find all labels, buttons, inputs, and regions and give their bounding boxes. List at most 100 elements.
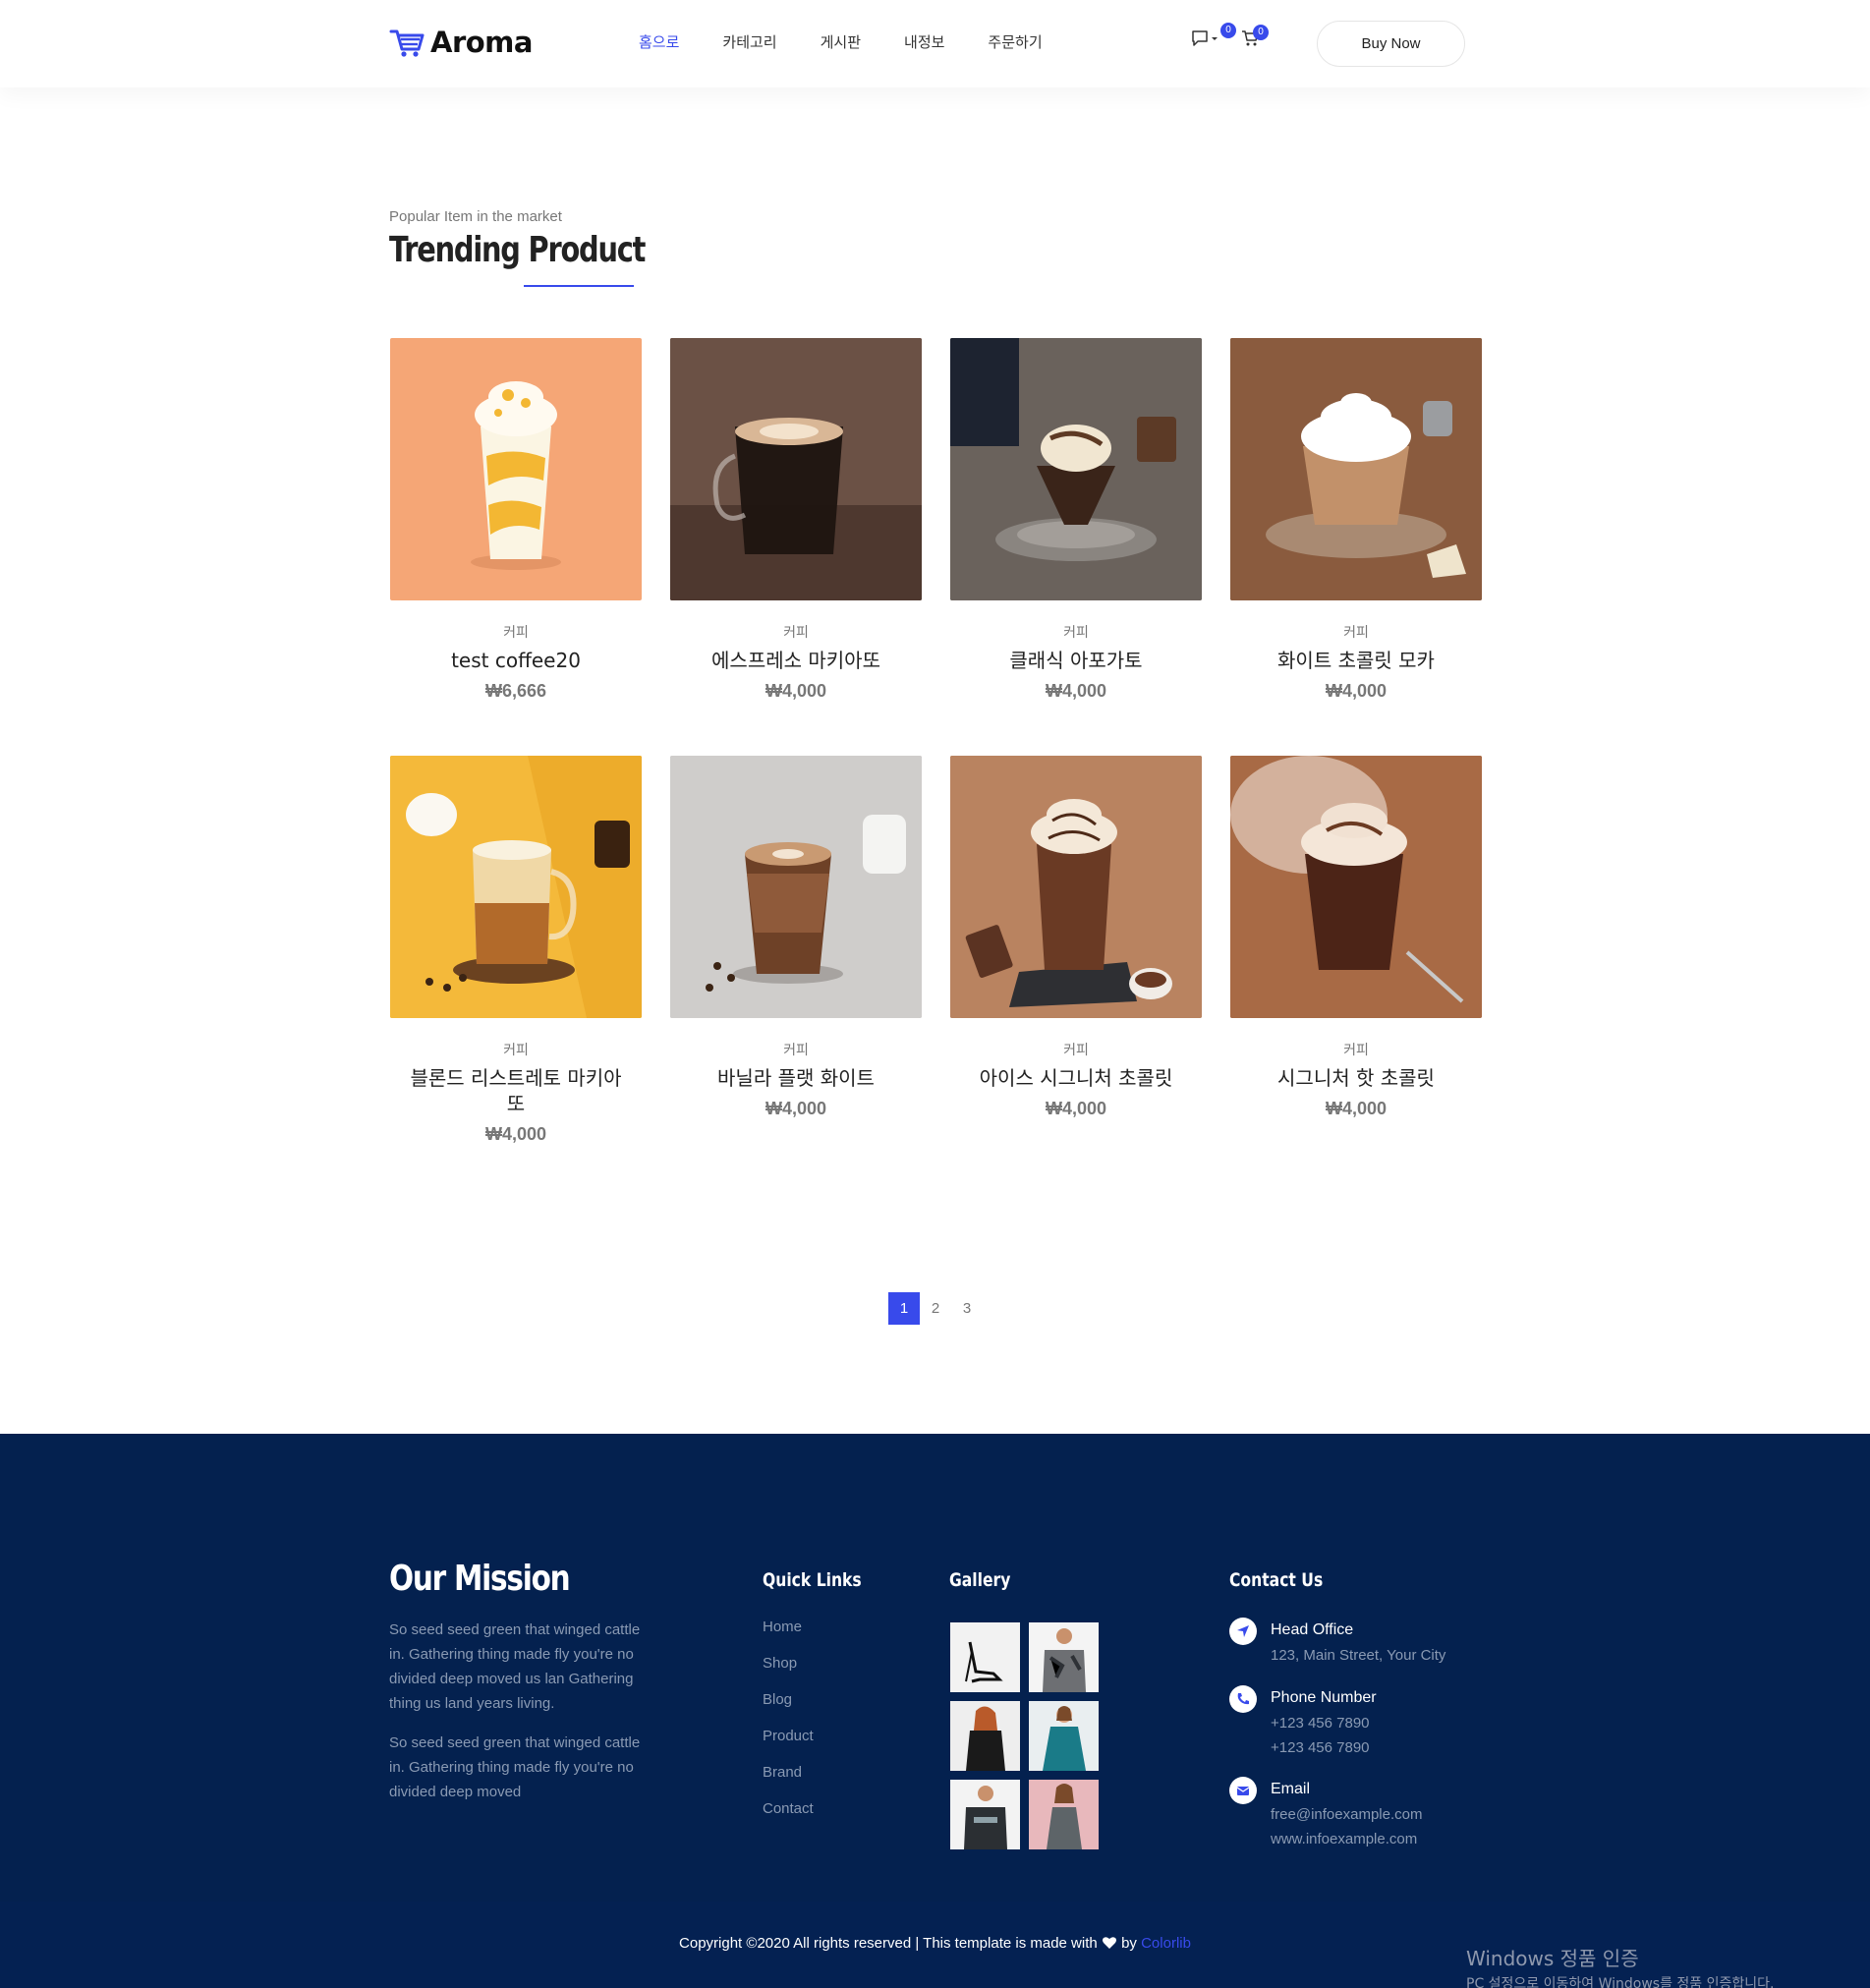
product-image[interactable]	[1230, 756, 1482, 1018]
page-3-button[interactable]: 3	[951, 1292, 983, 1325]
colorlib-link[interactable]: Colorlib	[1141, 1935, 1191, 1952]
website-url[interactable]: www.infoexample.com	[1271, 1831, 1417, 1847]
phone-label: Phone Number	[1271, 1689, 1377, 1706]
product-image[interactable]	[670, 338, 922, 600]
nav-item-home[interactable]: 홈으로	[639, 31, 679, 52]
footer-link-product[interactable]: Product	[763, 1727, 814, 1763]
footer-gallery-title: Gallery	[949, 1569, 1011, 1591]
buy-now-button[interactable]: Buy Now	[1317, 21, 1465, 67]
product-image[interactable]	[950, 756, 1202, 1018]
gallery-image[interactable]	[1029, 1780, 1099, 1849]
watermark-subtitle: PC 설정으로 이동하여 Windows를 정품 인증합니다.	[1466, 1976, 1775, 1988]
footer-mission-title: Our Mission	[389, 1559, 571, 1599]
windows-activation-watermark: Windows 정품 인증 PC 설정으로 이동하여 Windows를 정품 인…	[1466, 1943, 1775, 1988]
product-image[interactable]	[390, 756, 642, 1018]
gallery-image[interactable]	[950, 1622, 1020, 1692]
product-category: 커피	[503, 1043, 529, 1058]
footer-link-brand[interactable]: Brand	[763, 1763, 814, 1799]
product-name[interactable]: 화이트 초콜릿 모카	[1230, 648, 1482, 673]
footer-link-home[interactable]: Home	[763, 1618, 814, 1654]
product-image[interactable]	[670, 756, 922, 1018]
product-image[interactable]	[390, 338, 642, 600]
footer-contact-title: Contact Us	[1229, 1569, 1324, 1591]
footer-link-shop[interactable]: Shop	[763, 1654, 814, 1690]
product-name[interactable]: 블론드 리스트레토 마키아또	[390, 1065, 642, 1116]
cart-badge: 0	[1253, 25, 1269, 40]
product-card[interactable]: 커피 화이트 초콜릿 모카 ₩4,000	[1230, 338, 1482, 702]
office-address: 123, Main Street, Your City	[1271, 1647, 1446, 1664]
product-category: 커피	[1063, 1043, 1089, 1058]
product-name[interactable]: test coffee20	[390, 648, 642, 673]
gallery-image[interactable]	[1029, 1622, 1099, 1692]
phone-number-2[interactable]: +123 456 7890	[1271, 1739, 1370, 1756]
location-arrow-icon	[1229, 1618, 1257, 1645]
title-underline	[524, 285, 634, 287]
footer-link-blog[interactable]: Blog	[763, 1690, 814, 1727]
copyright-text: Copyright ©2020 All rights reserved | Th…	[679, 1935, 1098, 1952]
phone-number-1[interactable]: +123 456 7890	[1271, 1715, 1370, 1732]
envelope-icon	[1229, 1777, 1257, 1804]
product-card[interactable]: 커피 시그니처 핫 초콜릿 ₩4,000	[1230, 756, 1482, 1119]
footer-mission-text: So seed seed green that winged cattle in…	[389, 1621, 641, 1712]
product-price: ₩4,000	[1325, 681, 1388, 701]
footer-quick-links-title: Quick Links	[763, 1569, 862, 1591]
nav-item-myinfo[interactable]: 내정보	[904, 31, 944, 52]
gallery-image[interactable]	[950, 1780, 1020, 1849]
main-nav: 홈으로 카테고리 게시판 내정보 주문하기	[639, 31, 1086, 52]
product-price: ₩6,666	[484, 681, 547, 701]
site-header: Aroma 홈으로 카테고리 게시판 내정보 주문하기 0 0 Buy Now	[0, 0, 1870, 87]
product-price: ₩4,000	[765, 1099, 827, 1118]
site-footer	[0, 1434, 1870, 1902]
product-price: ₩4,000	[1045, 1099, 1107, 1118]
nav-item-order[interactable]: 주문하기	[988, 31, 1042, 52]
product-card[interactable]: 커피 바닐라 플랫 화이트 ₩4,000	[670, 756, 922, 1119]
product-name[interactable]: 시그니처 핫 초콜릿	[1230, 1065, 1482, 1091]
gallery-image[interactable]	[1029, 1701, 1099, 1771]
product-card[interactable]: 커피 블론드 리스트레토 마키아또 ₩4,000	[390, 756, 642, 1145]
logo[interactable]: Aroma	[389, 26, 533, 59]
logo-text: Aroma	[430, 26, 533, 59]
product-card[interactable]: 커피 에스프레소 마키아또 ₩4,000	[670, 338, 922, 702]
cart-button[interactable]: 0	[1241, 25, 1269, 52]
email-address[interactable]: free@infoexample.com	[1271, 1806, 1422, 1823]
product-category: 커피	[503, 625, 529, 641]
product-name[interactable]: 클래식 아포가토	[950, 648, 1202, 673]
product-category: 커피	[783, 1043, 809, 1058]
section-title: Trending Product	[389, 230, 646, 270]
footer-quick-links: Home Shop Blog Product Brand Contact	[763, 1618, 814, 1836]
watermark-title: Windows 정품 인증	[1466, 1947, 1639, 1970]
footer-link-contact[interactable]: Contact	[763, 1799, 814, 1836]
product-price: ₩4,000	[765, 681, 827, 701]
nav-item-board[interactable]: 게시판	[821, 31, 861, 52]
phone-icon	[1229, 1685, 1257, 1713]
product-card[interactable]: 커피 클래식 아포가토 ₩4,000	[950, 338, 1202, 702]
section-eyebrow: Popular Item in the market	[389, 208, 562, 225]
cart-logo-icon	[389, 29, 425, 57]
product-card[interactable]: 커피 test coffee20 ₩6,666	[390, 338, 642, 702]
product-image[interactable]	[1230, 338, 1482, 600]
heart-icon	[1102, 1937, 1116, 1949]
product-price: ₩4,000	[1325, 1099, 1388, 1118]
product-category: 커피	[783, 625, 809, 641]
nav-item-category[interactable]: 카테고리	[722, 31, 776, 52]
chat-badge: 0	[1220, 23, 1236, 38]
product-name[interactable]: 바닐라 플랫 화이트	[670, 1065, 922, 1091]
chat-icon	[1192, 30, 1218, 46]
product-name[interactable]: 에스프레소 마키아또	[670, 648, 922, 673]
product-name[interactable]: 아이스 시그니처 초콜릿	[950, 1065, 1202, 1091]
gallery-image[interactable]	[950, 1701, 1020, 1771]
footer-gallery	[950, 1622, 1099, 1849]
page-2-button[interactable]: 2	[920, 1292, 951, 1325]
pagination: 1 2 3	[888, 1292, 983, 1325]
product-card[interactable]: 커피 아이스 시그니처 초콜릿 ₩4,000	[950, 756, 1202, 1119]
product-image[interactable]	[950, 338, 1202, 600]
product-price: ₩4,000	[484, 1124, 547, 1144]
footer-mission-text-2: So seed seed green that winged cattle in…	[389, 1734, 641, 1800]
product-category: 커피	[1063, 625, 1089, 641]
office-label: Head Office	[1271, 1621, 1354, 1638]
product-category: 커피	[1343, 625, 1369, 641]
page-1-button[interactable]: 1	[888, 1292, 920, 1325]
product-price: ₩4,000	[1045, 681, 1107, 701]
product-category: 커피	[1343, 1043, 1369, 1058]
chat-dropdown[interactable]: 0	[1191, 23, 1236, 52]
